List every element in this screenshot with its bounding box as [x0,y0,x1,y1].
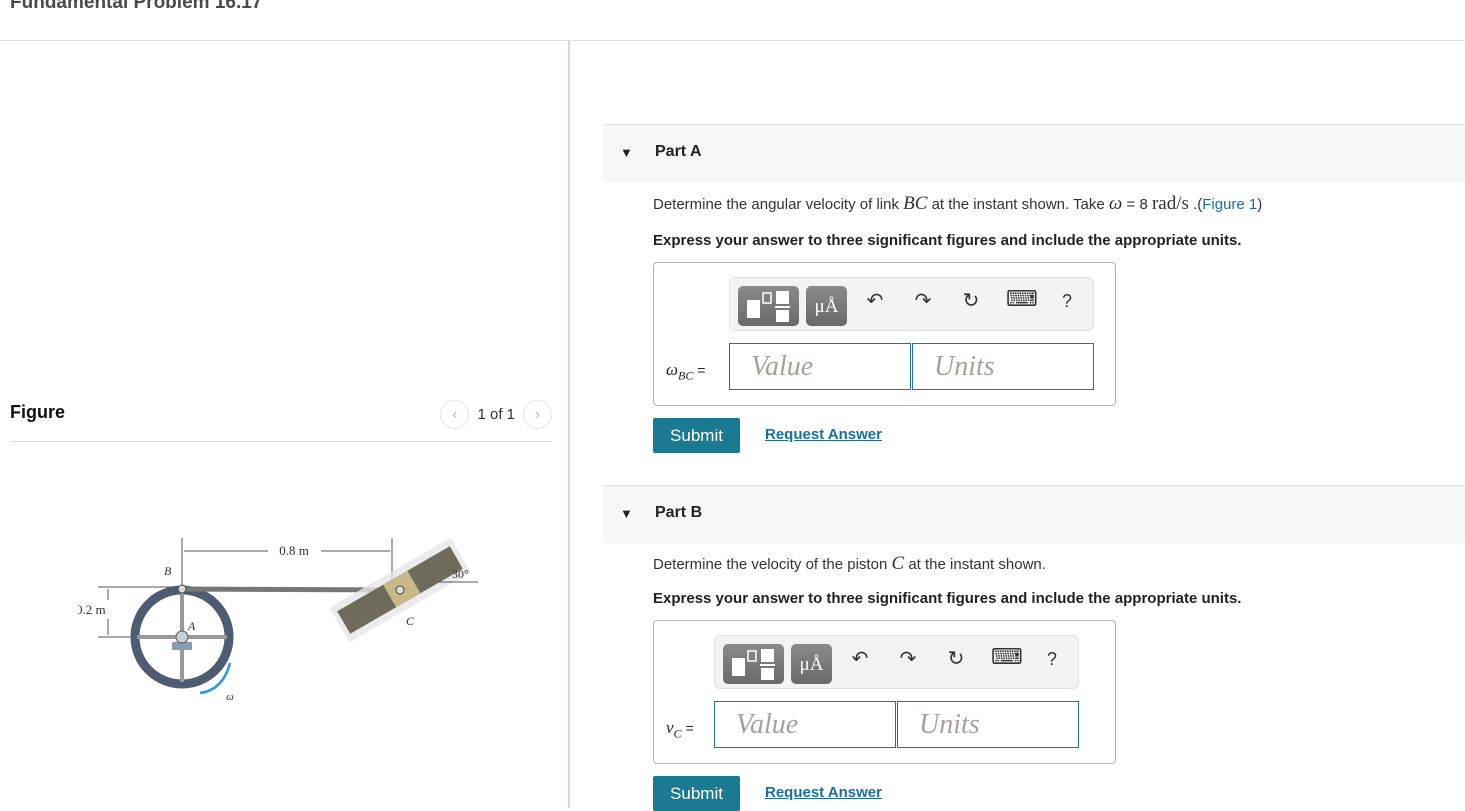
request-answer-link[interactable]: Request Answer [765,426,882,443]
variable-symbol: v [666,718,674,737]
previous-figure-button[interactable]: ‹ [440,400,470,429]
part-b-answer-box: μÅ ↶ ↷ ↻ ⌨ ? vC = Value Units [653,620,1116,764]
pin-b [177,584,187,594]
keyboard-icon[interactable]: ⌨ [991,644,1023,670]
panel-divider[interactable] [568,41,570,808]
redo-icon[interactable]: ↷ [910,288,936,313]
answer-variable-label: vC = [666,718,694,741]
label-a: A [187,619,196,633]
reset-icon[interactable]: ↻ [958,288,984,313]
omega-label: ω [226,691,234,703]
chevron-right-icon: › [534,405,541,423]
prompt-text: ) [1257,196,1263,213]
figure-navigation: ‹ 1 of 1 › [440,400,552,429]
figure-link[interactable]: Figure 1 [1202,196,1257,213]
value-input[interactable]: Value [729,343,911,390]
templates-icon [732,649,775,680]
request-answer-link[interactable]: Request Answer [765,784,882,801]
prompt-omega: ω [1108,193,1123,214]
symbols-button[interactable]: μÅ [806,286,847,326]
variable-subscript: BC [678,368,694,383]
templates-button[interactable] [723,644,784,684]
value-input[interactable]: Value [714,701,896,748]
submit-button[interactable]: Submit [653,418,740,453]
equals-sign: = [681,720,694,736]
templates-button[interactable] [738,286,799,326]
redo-icon[interactable]: ↷ [895,646,921,671]
prompt-text: Determine the velocity of the piston [653,556,892,573]
part-b-prompt: Determine the velocity of the piston C a… [653,553,1046,575]
part-a-header[interactable]: ▼ Part A [603,124,1465,182]
collapse-triangle-icon[interactable]: ▼ [620,506,633,521]
pin-a [175,630,189,644]
equals-sign: = [693,362,706,378]
mechanism-figure: 0.8 m 0.2 m A B C 30° ω [78,537,478,703]
prompt-text: at the instant shown. Take [927,196,1109,213]
prompt-text: at the instant shown. [904,556,1046,573]
label-b: B [164,564,172,578]
prompt-text: .( [1188,196,1203,213]
prompt-unit: rad/s [1151,193,1189,214]
math-toolbar: μÅ ↶ ↷ ↻ ⌨ ? [729,277,1094,331]
figure-title: Figure [10,402,66,422]
next-figure-button[interactable]: › [523,400,552,429]
prompt-variable: BC [903,193,928,214]
keyboard-icon[interactable]: ⌨ [1006,286,1038,312]
figure-counter: 1 of 1 [477,406,515,423]
help-icon[interactable]: ? [1054,291,1080,312]
units-input[interactable]: Units [912,343,1094,390]
help-icon[interactable]: ? [1039,649,1065,670]
dimension-label-horizontal: 0.8 m [279,543,309,558]
prompt-variable: C [891,553,905,574]
math-toolbar: μÅ ↶ ↷ ↻ ⌨ ? [714,635,1079,689]
header-divider [0,40,1465,41]
submit-button[interactable]: Submit [653,776,740,811]
variable-subscript: C [673,726,682,741]
part-a-title: Part A [655,143,702,160]
part-b-header[interactable]: ▼ Part B [603,485,1465,543]
templates-icon [747,291,790,322]
page-title: Fundamental Problem 16.17 [10,0,263,13]
undo-icon[interactable]: ↶ [847,646,873,671]
angle-label: 30° [452,567,469,581]
symbols-button[interactable]: μÅ [791,644,832,684]
variable-symbol: ω [666,360,679,379]
units-input[interactable]: Units [897,701,1079,748]
part-a-instruction: Express your answer to three significant… [653,232,1242,249]
chevron-left-icon: ‹ [452,405,458,423]
pin-c [395,585,405,595]
collapse-triangle-icon[interactable]: ▼ [620,145,633,160]
dimension-label-vertical: 0.2 m [78,602,106,617]
part-a-prompt: Determine the angular velocity of link B… [653,193,1262,215]
figure-header: Figure ‹ 1 of 1 › [10,398,552,442]
label-c: C [406,614,415,628]
prompt-text: Determine the angular velocity of link [653,196,904,213]
answer-variable-label: ωBC = [666,360,705,383]
prompt-text: = 8 [1122,196,1152,213]
part-b-title: Part B [655,504,703,521]
undo-icon[interactable]: ↶ [862,288,888,313]
reset-icon[interactable]: ↻ [943,646,969,671]
part-a-answer-box: μÅ ↶ ↷ ↻ ⌨ ? ωBC = Value Units [653,262,1116,406]
part-b-instruction: Express your answer to three significant… [653,590,1242,607]
